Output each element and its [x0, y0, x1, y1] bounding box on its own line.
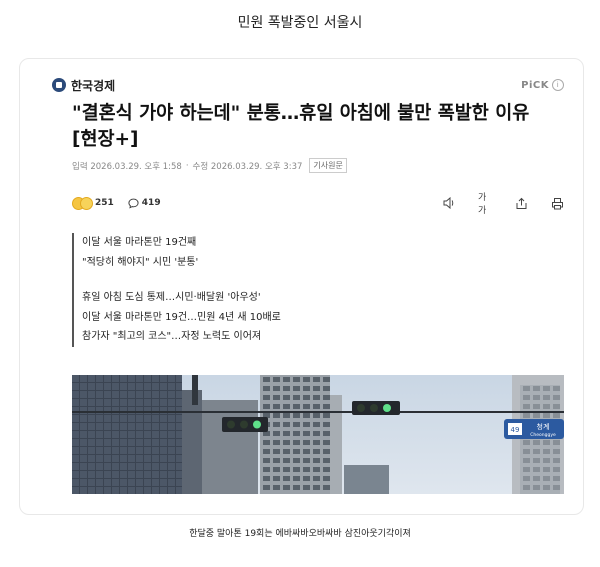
reaction-emoji-icon	[72, 197, 93, 210]
article-summary: 이달 서울 마라톤만 19건째 "적당히 해야지" 시민 '분통' 휴일 아침 …	[72, 233, 482, 347]
original-article-link[interactable]: 기사원문	[309, 158, 347, 173]
image-caption: 한달중 말아톤 19회는 에바싸바오바싸바 삼진아웃기각이져	[189, 529, 411, 539]
posted-time: 입력 2026.03.29. 오후 1:58	[72, 161, 182, 172]
meta-separator: ·	[185, 160, 189, 171]
road-sign-text: 청계	[537, 422, 550, 431]
speaker-icon[interactable]	[442, 196, 456, 210]
comment-button[interactable]: 419	[128, 198, 161, 209]
print-icon[interactable]	[550, 196, 564, 210]
publisher-row: 한국경제 PiCK i	[52, 77, 564, 93]
page-title: 민원 폭발중인 서울시	[237, 15, 363, 31]
comment-icon	[128, 198, 139, 209]
summary-line: 이달 서울 마라톤만 19건…민원 4년 새 10배로	[82, 311, 281, 323]
summary-line: 휴일 아침 도심 통제…시민·배달원 '아우성'	[82, 292, 261, 303]
comment-count: 419	[141, 198, 161, 208]
road-sign-number: 49	[511, 426, 520, 434]
street-scene-image: 49 청계 Cheonggye	[72, 375, 564, 494]
road-sign-subtext: Cheonggye	[530, 432, 556, 438]
summary-line: 참가자 "최고의 코스"…자정 노력도 이어져	[82, 331, 262, 342]
publisher-logo-icon	[52, 78, 66, 92]
pick-badge[interactable]: PiCK i	[521, 79, 564, 91]
reaction-count: 251	[95, 198, 114, 208]
publisher-name: 한국경제	[71, 78, 116, 93]
summary-line: "적당히 해야지" 시민 '분통'	[82, 256, 199, 268]
reaction-button[interactable]: 251	[72, 197, 114, 210]
article-actions: 251 419 가가	[72, 193, 564, 216]
updated-time: 수정 2026.03.29. 오후 3:37	[192, 161, 303, 172]
article-title: "결혼식 가야 하는데" 분통…휴일 아침에 불만 폭발한 이유 [현장+]	[72, 103, 530, 150]
article-meta: 입력 2026.03.29. 오후 1:58 · 수정 2026.03.29. …	[72, 158, 347, 173]
publisher[interactable]: 한국경제	[52, 77, 115, 94]
summary-line: 이달 서울 마라톤만 19건째	[82, 237, 197, 248]
info-icon[interactable]: i	[552, 79, 564, 91]
article-tools: 가가	[442, 193, 564, 216]
font-size-icon[interactable]: 가가	[478, 193, 492, 216]
pick-label: PiCK	[521, 79, 549, 91]
article-photo: 49 청계 Cheonggye	[72, 375, 564, 494]
share-icon[interactable]	[514, 196, 528, 210]
